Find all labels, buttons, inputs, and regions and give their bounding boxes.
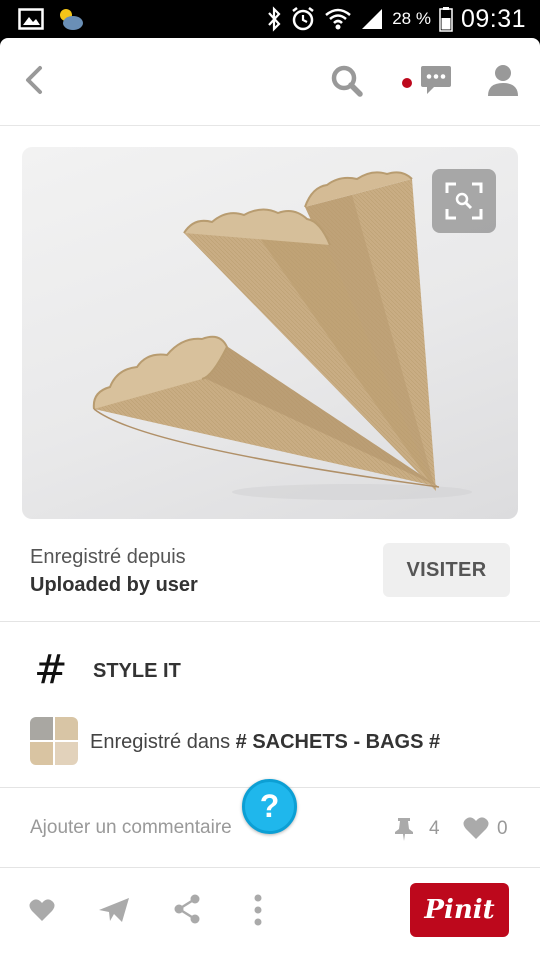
wifi-icon bbox=[325, 8, 351, 30]
saved-from-label: Enregistré depuis bbox=[30, 546, 186, 568]
help-button[interactable]: ? bbox=[242, 779, 297, 834]
zoom-button[interactable] bbox=[432, 169, 496, 233]
top-bar bbox=[0, 38, 540, 126]
like-count: 0 bbox=[497, 818, 508, 839]
weather-icon bbox=[60, 9, 83, 30]
board-thumbnail-tile bbox=[30, 717, 53, 740]
saved-in-prefix: Enregistré dans bbox=[90, 731, 236, 753]
board-name-link[interactable]: # SACHETS - BAGS # bbox=[236, 731, 440, 753]
gallery-icon bbox=[18, 8, 44, 30]
repin-pushpin-icon bbox=[395, 818, 413, 841]
like-icon[interactable] bbox=[29, 898, 55, 922]
style-it-hash-icon[interactable]: # bbox=[34, 650, 68, 690]
likes-heart-icon bbox=[463, 817, 489, 839]
notification-dot bbox=[402, 78, 412, 88]
pin-image[interactable] bbox=[22, 147, 518, 519]
divider bbox=[0, 621, 540, 622]
source-name: Uploaded by user bbox=[30, 574, 198, 596]
saved-in-board[interactable]: Enregistré dans # SACHETS - BAGS # bbox=[90, 731, 440, 754]
board-thumbnail-tile bbox=[55, 742, 78, 765]
board-thumbnail-tile bbox=[55, 717, 78, 740]
profile-icon[interactable] bbox=[487, 64, 519, 98]
pin-it-button[interactable]: Pinit bbox=[410, 883, 509, 937]
board-thumbnail[interactable] bbox=[30, 717, 78, 765]
status-bar: 28 % 09:31 bbox=[0, 0, 540, 38]
battery-percent: 28 % bbox=[392, 9, 431, 28]
signal-icon bbox=[362, 9, 383, 29]
bluetooth-icon bbox=[268, 6, 281, 32]
zoom-search-icon bbox=[445, 182, 483, 220]
visit-button[interactable]: VISITER bbox=[383, 543, 510, 597]
search-icon[interactable] bbox=[330, 64, 364, 98]
bottom-action-bar: Pinit bbox=[0, 867, 540, 960]
comment-input[interactable]: Ajouter un commentaire bbox=[30, 817, 232, 839]
back-icon[interactable] bbox=[22, 64, 46, 96]
pin-detail-view: Enregistré depuis Uploaded by user VISIT… bbox=[0, 38, 540, 960]
status-left bbox=[18, 6, 84, 32]
repin-count: 4 bbox=[429, 818, 440, 839]
status-right: 28 % 09:31 bbox=[266, 3, 526, 35]
messages-icon[interactable] bbox=[420, 64, 452, 98]
phone-screen: 28 % 09:31 Enregistré depuis Uploaded by… bbox=[0, 0, 540, 960]
battery-icon bbox=[439, 7, 453, 32]
board-thumbnail-tile bbox=[30, 742, 53, 765]
more-icon[interactable] bbox=[253, 894, 263, 926]
style-it-button[interactable]: STYLE IT bbox=[93, 660, 181, 683]
send-icon[interactable] bbox=[98, 896, 130, 924]
clock: 09:31 bbox=[460, 4, 526, 33]
share-icon[interactable] bbox=[173, 894, 201, 924]
alarm-icon bbox=[292, 7, 314, 31]
